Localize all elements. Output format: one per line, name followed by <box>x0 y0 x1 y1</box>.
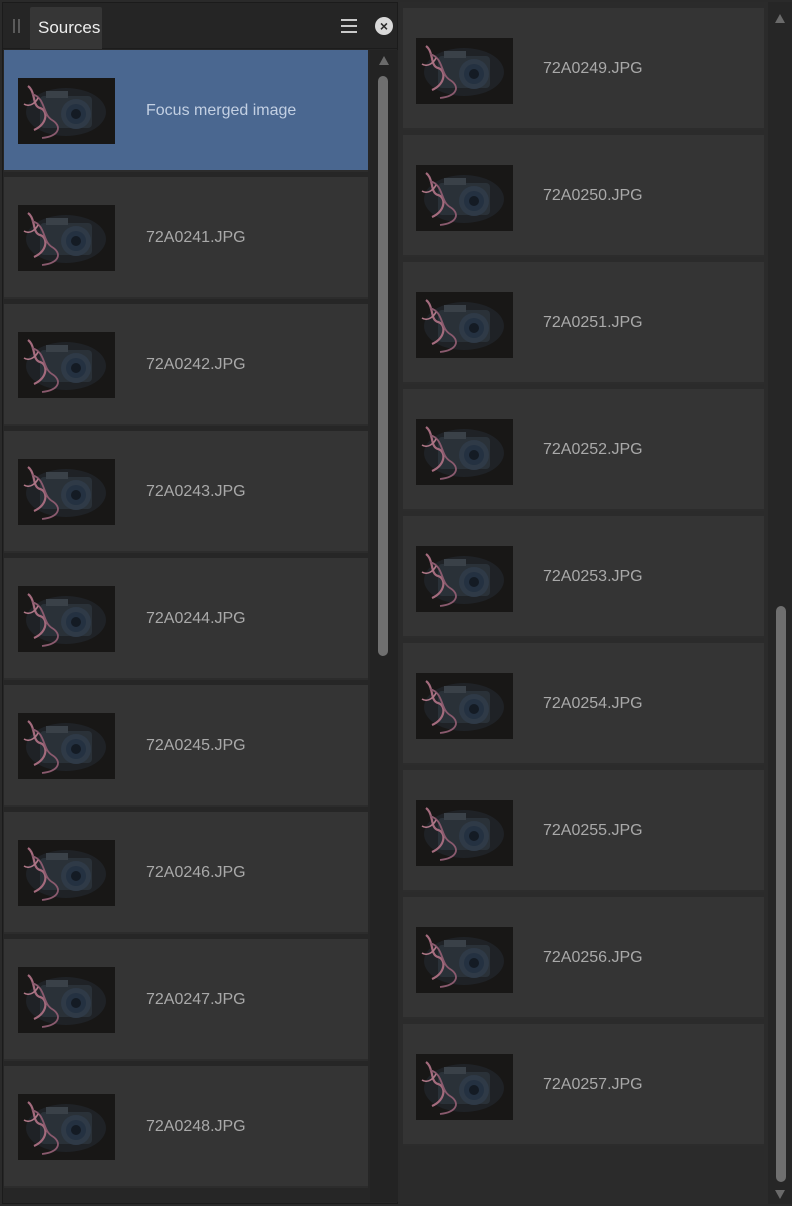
camera-thumbnail-image <box>18 1094 115 1160</box>
list-item[interactable]: 72A0244.JPG <box>4 558 368 680</box>
camera-thumbnail-image <box>18 332 115 398</box>
list-item-label: 72A0245.JPG <box>146 737 246 754</box>
scroll-up-arrow-icon[interactable] <box>775 14 785 23</box>
camera-thumbnail-image <box>416 1054 513 1120</box>
camera-thumbnail-image <box>416 927 513 993</box>
close-icon[interactable]: × <box>375 17 393 35</box>
scroll-down-arrow-icon[interactable] <box>775 1190 785 1199</box>
right-scrollbar[interactable] <box>768 2 792 1204</box>
list-item[interactable]: 72A0256.JPG <box>403 897 764 1019</box>
list-item-label: 72A0255.JPG <box>543 822 643 839</box>
camera-thumbnail-image <box>18 205 115 271</box>
scroll-up-arrow-icon[interactable] <box>379 56 389 65</box>
right-scrollbar-thumb[interactable] <box>776 606 786 1182</box>
list-item[interactable]: Focus merged image <box>4 50 368 172</box>
list-item-label: 72A0257.JPG <box>543 1076 643 1093</box>
list-item[interactable]: 72A0250.JPG <box>403 135 764 257</box>
list-item[interactable]: 72A0257.JPG <box>403 1024 764 1146</box>
camera-thumbnail-image <box>18 713 115 779</box>
list-item-label: 72A0246.JPG <box>146 864 246 881</box>
list-item[interactable]: 72A0246.JPG <box>4 812 368 934</box>
camera-thumbnail-image <box>416 38 513 104</box>
camera-thumbnail-image <box>416 800 513 866</box>
list-item-label: 72A0243.JPG <box>146 483 246 500</box>
list-item-label: 72A0254.JPG <box>543 695 643 712</box>
list-item[interactable]: 72A0252.JPG <box>403 389 764 511</box>
left-source-list: Focus merged image 72A0241.JPG 72A0242.JPG… <box>4 50 368 1200</box>
list-item-label: 72A0252.JPG <box>543 441 643 458</box>
list-item[interactable]: 72A0245.JPG <box>4 685 368 807</box>
list-item-label: 72A0256.JPG <box>543 949 643 966</box>
list-item[interactable]: 72A0242.JPG <box>4 304 368 426</box>
left-scrollbar[interactable] <box>370 50 398 1202</box>
camera-thumbnail-image <box>416 165 513 231</box>
left-scrollbar-thumb[interactable] <box>378 76 388 656</box>
drag-grip-icon[interactable] <box>13 19 21 33</box>
camera-thumbnail-image <box>18 586 115 652</box>
list-item-label: 72A0253.JPG <box>543 568 643 585</box>
camera-thumbnail-image <box>416 546 513 612</box>
camera-thumbnail-image <box>18 78 115 144</box>
list-item[interactable]: 72A0247.JPG <box>4 939 368 1061</box>
tab-sources[interactable]: Sources <box>30 7 102 49</box>
panel-header: Sources × <box>3 3 397 49</box>
list-item-label: 72A0249.JPG <box>543 60 643 77</box>
list-item-label: 72A0242.JPG <box>146 356 246 373</box>
list-item[interactable]: 72A0254.JPG <box>403 643 764 765</box>
camera-thumbnail-image <box>18 459 115 525</box>
camera-thumbnail-image <box>18 967 115 1033</box>
list-item[interactable]: 72A0255.JPG <box>403 770 764 892</box>
sources-panel-app: Sources × Focus merged image 72A0241.JPG 7… <box>0 0 792 1206</box>
camera-thumbnail-image <box>18 840 115 906</box>
list-item[interactable]: 72A0251.JPG <box>403 262 764 384</box>
list-item[interactable]: 72A0249.JPG <box>403 8 764 130</box>
camera-thumbnail-image <box>416 419 513 485</box>
list-item-label: 72A0248.JPG <box>146 1118 246 1135</box>
list-item[interactable]: 72A0248.JPG <box>4 1066 368 1188</box>
hamburger-menu-icon[interactable] <box>341 18 357 34</box>
camera-thumbnail-image <box>416 292 513 358</box>
list-item-label: 72A0247.JPG <box>146 991 246 1008</box>
list-item-label: Focus merged image <box>146 102 297 119</box>
list-item-label: 72A0250.JPG <box>543 187 643 204</box>
list-item-label: 72A0244.JPG <box>146 610 246 627</box>
list-item[interactable]: 72A0253.JPG <box>403 516 764 638</box>
list-item[interactable]: 72A0241.JPG <box>4 177 368 299</box>
list-item[interactable]: 72A0243.JPG <box>4 431 368 553</box>
camera-thumbnail-image <box>416 673 513 739</box>
list-item-label: 72A0251.JPG <box>543 314 643 331</box>
right-source-list: 72A0249.JPG 72A0250.JPG 72A0251.JPG 72A0252… <box>403 2 764 1204</box>
list-item-label: 72A0241.JPG <box>146 229 246 246</box>
